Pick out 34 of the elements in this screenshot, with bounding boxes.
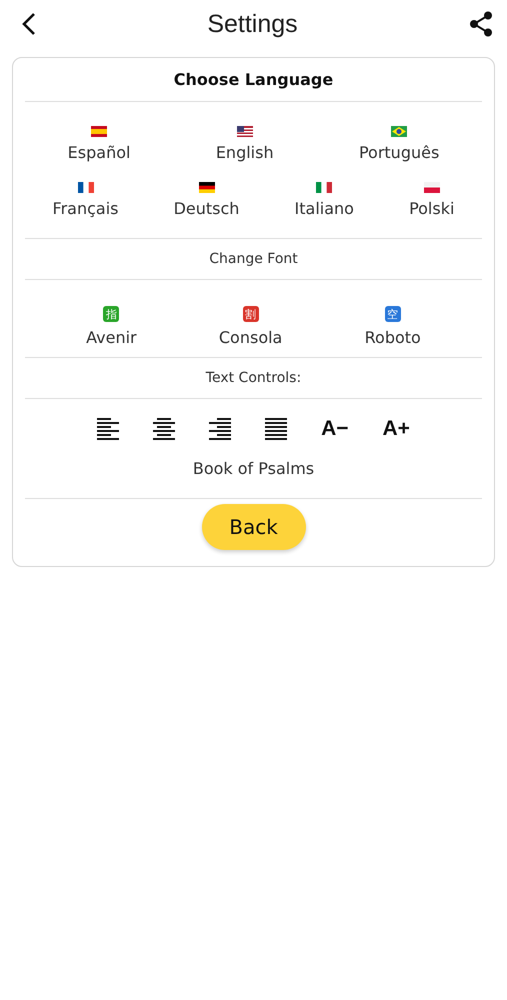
- font-size-button[interactable]: A−: [321, 417, 348, 441]
- back-icon[interactable]: [22, 12, 36, 36]
- flag-icon: [391, 126, 408, 137]
- language-option[interactable]: Italiano: [294, 182, 354, 218]
- flag-icon: [78, 182, 94, 193]
- language-option[interactable]: Polski: [409, 182, 454, 218]
- page-title: Settings: [207, 10, 298, 38]
- font-option[interactable]: 指 Avenir: [86, 306, 137, 347]
- language-option[interactable]: English: [216, 126, 274, 162]
- language-option[interactable]: Deutsch: [174, 182, 240, 218]
- align-justify-icon[interactable]: [265, 418, 288, 440]
- flag-icon: [91, 126, 108, 137]
- flag-icon: [236, 126, 253, 137]
- flag-icon: [198, 182, 215, 193]
- font-size-button[interactable]: A+: [382, 417, 410, 441]
- font-option[interactable]: 空 Roboto: [364, 306, 421, 347]
- language-option[interactable]: Español: [68, 126, 130, 162]
- font-option[interactable]: 割 Consola: [218, 306, 282, 347]
- font-badge: 指: [103, 306, 120, 322]
- section-title: Choose Language: [25, 58, 482, 102]
- font-badge: 割: [242, 306, 259, 322]
- preview-text: Book of Psalms: [25, 451, 482, 499]
- language-option[interactable]: Français: [52, 182, 118, 218]
- section-title: Change Font: [25, 239, 482, 280]
- flag-icon: [424, 182, 440, 193]
- flag-icon: [316, 182, 332, 193]
- share-icon[interactable]: [469, 11, 493, 37]
- align-right-icon[interactable]: [209, 418, 232, 440]
- font-badge: 空: [384, 306, 401, 322]
- align-center-icon[interactable]: [153, 418, 176, 440]
- language-option[interactable]: Português: [358, 126, 440, 162]
- section-title: Text Controls:: [25, 358, 482, 399]
- back-button[interactable]: Back: [202, 504, 306, 550]
- align-left-icon[interactable]: [97, 418, 120, 440]
